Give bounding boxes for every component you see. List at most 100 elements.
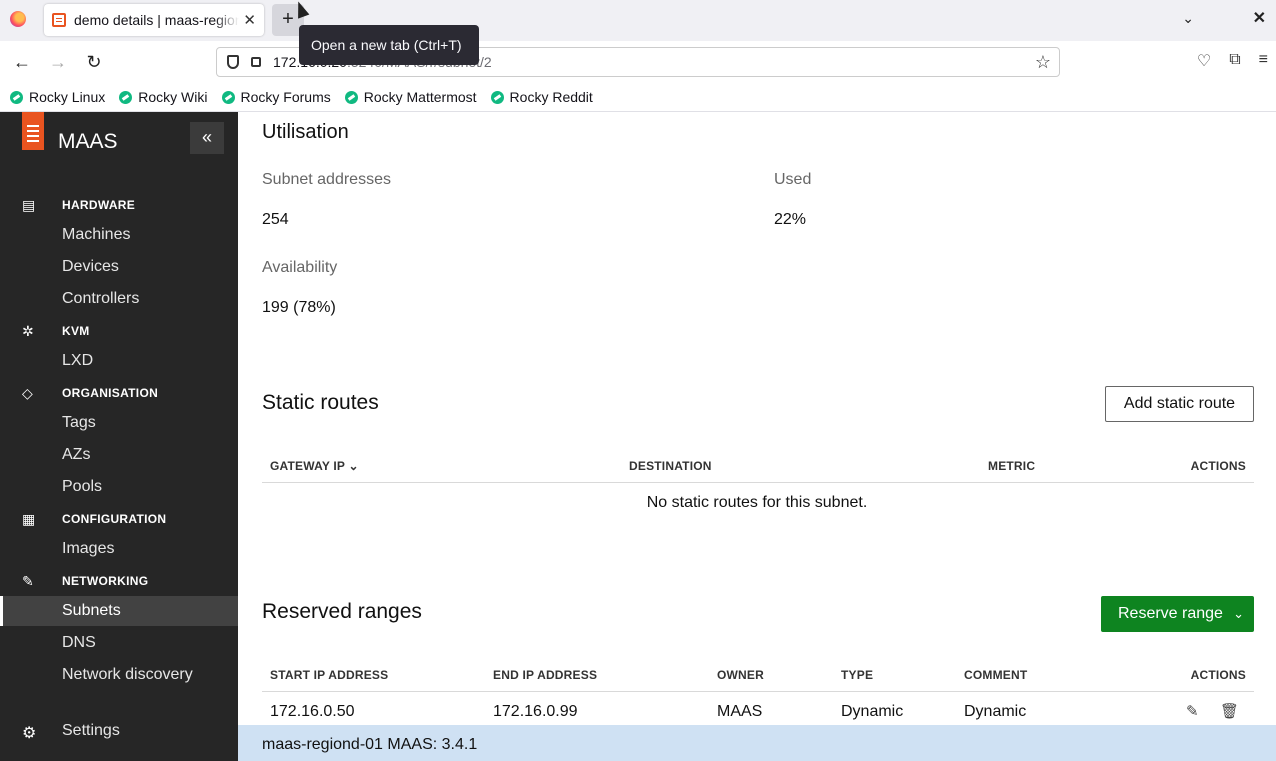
reserved-ranges-header: START IP ADDRESS END IP ADDRESS OWNER TY… <box>262 660 1254 692</box>
pen-icon: ✎ <box>22 573 34 589</box>
cell-end-ip: 172.16.0.99 <box>493 703 578 720</box>
bookmark-label: Rocky Wiki <box>138 89 208 105</box>
static-routes-empty-message: No static routes for this subnet. <box>646 494 868 511</box>
sidebar-item-images[interactable]: Images <box>0 534 238 564</box>
used-value: 22% <box>774 211 807 228</box>
availability-value: 199 (78%) <box>262 299 336 316</box>
subnet-addresses-label: Subnet addresses <box>262 171 391 188</box>
settings-label: Settings <box>62 722 120 739</box>
section-title: KVM <box>62 324 90 338</box>
bookmark-rocky-reddit[interactable]: Rocky Reddit <box>490 89 593 105</box>
static-routes-title: Static routes <box>262 391 379 414</box>
brand-name[interactable]: MAAS <box>58 130 118 154</box>
bookmark-rocky-linux[interactable]: Rocky Linux <box>10 89 105 105</box>
section-title: CONFIGURATION <box>62 512 167 526</box>
edit-icon[interactable]: ✎ <box>1186 702 1199 720</box>
sidebar-item-machines[interactable]: Machines <box>0 220 238 250</box>
chevron-down-icon: ⌄ <box>1233 606 1244 621</box>
used-label: Used <box>774 171 812 188</box>
bookmark-label: Rocky Reddit <box>509 89 593 105</box>
column-end-ip: END IP ADDRESS <box>493 668 598 682</box>
tracking-shield-icon[interactable] <box>227 55 239 69</box>
sidebar-item-network-discovery[interactable]: Network discovery <box>0 660 238 690</box>
delete-icon[interactable]: 🗑 <box>1220 702 1239 720</box>
utilisation-title: Utilisation <box>262 121 349 143</box>
sidebar-item-subnets[interactable]: Subnets <box>0 596 238 626</box>
tag-icon: ◇ <box>22 385 33 401</box>
sidebar: MAAS « ▤ HARDWARE Machines Devices Contr… <box>0 112 238 761</box>
browser-tab[interactable]: demo details | maas-regiond-01 MAAS ✕ <box>44 4 264 36</box>
reserve-range-label: Reserve range <box>1118 605 1223 622</box>
server-icon: ▤ <box>22 197 36 213</box>
sidebar-item-pools[interactable]: Pools <box>0 472 238 502</box>
sidebar-item-controllers[interactable]: Controllers <box>0 284 238 314</box>
cell-type: Dynamic <box>841 703 904 720</box>
bookmark-rocky-forums[interactable]: Rocky Forums <box>221 89 331 105</box>
sidebar-item-lxd[interactable]: LXD <box>0 346 238 376</box>
main-content: Utilisation Subnet addresses 254 Used 22… <box>238 112 1276 725</box>
status-host: maas-regiond-01 MAAS <box>262 736 433 753</box>
bookmarks-bar: Rocky Linux Rocky Wiki Rocky Forums Rock… <box>0 83 1276 112</box>
subnet-addresses-value: 254 <box>262 211 289 228</box>
availability-label: Availability <box>262 259 338 276</box>
sidebar-item-tags[interactable]: Tags <box>0 408 238 438</box>
sidebar-item-dns[interactable]: DNS <box>0 628 238 658</box>
bookmark-rocky-mattermost[interactable]: Rocky Mattermost <box>344 89 477 105</box>
menu-icon[interactable]: ≡ <box>1259 51 1268 71</box>
cell-comment: Dynamic <box>964 703 1027 720</box>
back-icon[interactable]: ← <box>9 49 35 75</box>
section-title: ORGANISATION <box>62 386 159 400</box>
maas-logo-icon[interactable] <box>22 112 44 150</box>
status-version: : 3.4.1 <box>432 736 478 753</box>
status-bar: maas-regiond-01 MAAS: 3.4.1 <box>238 725 1276 761</box>
forward-icon[interactable]: → <box>45 49 71 75</box>
close-window-icon[interactable]: ✕ <box>1253 8 1266 28</box>
section-title: HARDWARE <box>62 198 136 212</box>
bookmark-label: Rocky Linux <box>29 89 106 105</box>
column-actions: ACTIONS <box>1190 459 1246 473</box>
section-organisation: ◇ ORGANISATION <box>0 382 238 404</box>
close-tab-icon[interactable]: ✕ <box>243 11 256 29</box>
bookmark-label: Rocky Mattermost <box>363 89 477 105</box>
add-static-route-button[interactable]: Add static route <box>1105 386 1254 422</box>
collapse-sidebar-button[interactable]: « <box>190 122 224 154</box>
toolbar-icons: ♡ ⧉ ≡ <box>1197 51 1268 71</box>
bookmark-rocky-wiki[interactable]: Rocky Wiki <box>119 89 208 105</box>
section-networking: ✎ NETWORKING <box>0 570 238 592</box>
maas-favicon-icon <box>52 13 66 27</box>
lock-icon[interactable] <box>251 57 261 67</box>
column-destination: DESTINATION <box>629 459 712 473</box>
bookmark-label: Rocky Forums <box>240 89 331 105</box>
rocky-icon <box>490 90 504 104</box>
column-type: TYPE <box>841 668 874 682</box>
rocky-icon <box>344 90 358 104</box>
pocket-icon[interactable]: ♡ <box>1197 51 1211 71</box>
sidebar-item-settings[interactable]: ⚙ Settings <box>0 716 238 746</box>
section-hardware: ▤ HARDWARE <box>0 194 238 216</box>
reserved-ranges-title: Reserved ranges <box>262 600 422 623</box>
list-tabs-icon[interactable]: ⌄ <box>1182 10 1194 27</box>
section-title: NETWORKING <box>62 574 149 588</box>
rocky-icon <box>221 90 235 104</box>
sidebar-item-azs[interactable]: AZs <box>0 440 238 470</box>
firefox-icon <box>10 11 26 27</box>
column-actions: ACTIONS <box>1190 668 1246 682</box>
reload-icon[interactable]: ↻ <box>81 49 107 75</box>
gear-icon: ⚙ <box>22 725 37 742</box>
extensions-icon[interactable]: ⧉ <box>1229 51 1240 71</box>
grid-icon: ▦ <box>22 511 36 527</box>
column-comment: COMMENT <box>964 668 1028 682</box>
cell-start-ip: 172.16.0.50 <box>270 703 355 720</box>
sort-chevron-icon[interactable]: ⌄ <box>348 459 358 473</box>
cell-owner: MAAS <box>717 703 763 720</box>
column-start-ip: START IP ADDRESS <box>270 668 389 682</box>
browser-navbar: ← → ↻ 172.16.0.20:5240/MAAS/r/subnet/2 ☆… <box>0 41 1276 83</box>
bookmark-star-icon[interactable]: ☆ <box>1035 52 1051 73</box>
sidebar-item-devices[interactable]: Devices <box>0 252 238 282</box>
new-tab-tooltip: Open a new tab (Ctrl+T) <box>299 25 479 65</box>
column-gateway-ip[interactable]: GATEWAY IP ⌄ <box>270 459 359 473</box>
kvm-icon: ✲ <box>22 323 34 339</box>
column-metric: METRIC <box>988 459 1036 473</box>
section-kvm: ✲ KVM <box>0 320 238 342</box>
reserve-range-button[interactable]: Reserve range ⌄ <box>1101 596 1254 632</box>
